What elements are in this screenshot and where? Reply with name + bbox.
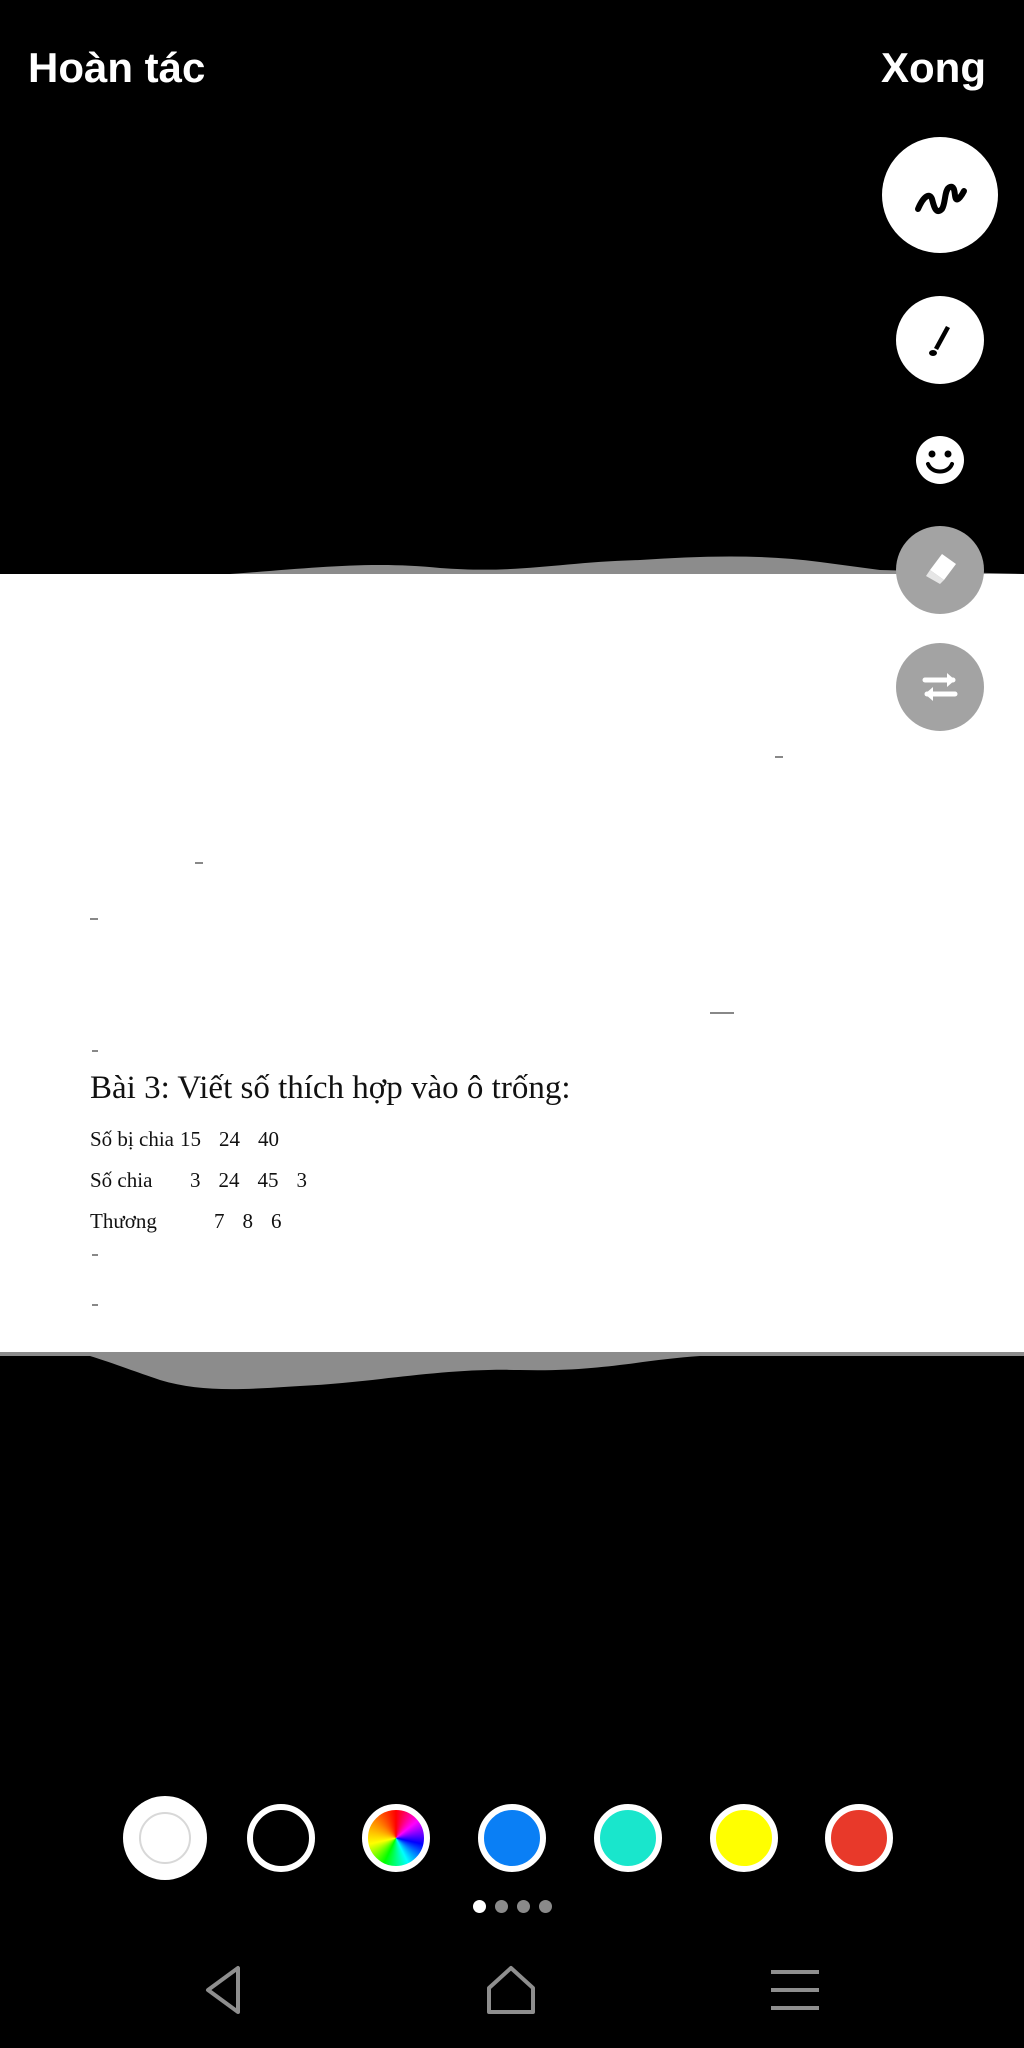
row-label: Thương	[90, 1209, 157, 1233]
color-swatch-yellow[interactable]	[710, 1804, 778, 1872]
document-content: Bài 3: Viết số thích hợp vào ô trống: Số…	[90, 1070, 570, 1242]
table-cell: 45	[257, 1168, 279, 1192]
color-swatch-white-selected[interactable]	[123, 1796, 207, 1880]
page-dot-active	[473, 1900, 486, 1913]
back-triangle-icon	[206, 1966, 240, 2014]
table-row: Số bị chia 15 24 40	[90, 1119, 570, 1160]
row-label: Số bị chia	[90, 1127, 174, 1151]
page-dot	[517, 1900, 530, 1913]
home-button[interactable]	[471, 1955, 551, 2025]
selected-ring	[139, 1812, 191, 1864]
pen-icon	[929, 326, 950, 356]
table-row: Thương 7 8 6	[90, 1201, 570, 1242]
back-button[interactable]	[185, 1955, 265, 2025]
table-cell: 24	[219, 1127, 240, 1151]
menu-button[interactable]	[755, 1955, 835, 2025]
page-dot	[539, 1900, 552, 1913]
table-cell: 15	[180, 1127, 201, 1151]
row-label: Số chia	[90, 1168, 153, 1192]
page-dot	[495, 1900, 508, 1913]
table-row: Số chia 3 24 45 3	[90, 1160, 570, 1201]
table-cell: 6	[271, 1209, 282, 1233]
table-cell: 40	[258, 1127, 279, 1151]
done-button[interactable]: Xong	[881, 44, 986, 92]
swap-icon	[922, 673, 958, 701]
scribble-icon	[915, 183, 967, 214]
swap-tool-button[interactable]	[896, 643, 984, 731]
table-cell: 3	[190, 1168, 201, 1192]
pen-tool-button[interactable]	[896, 296, 984, 384]
emoji-icon	[916, 436, 964, 484]
eraser-icon	[926, 554, 956, 584]
scribble-tool-button[interactable]	[882, 137, 998, 253]
color-swatch-blue[interactable]	[478, 1804, 546, 1872]
table-cell: 24	[218, 1168, 240, 1192]
color-swatch-teal[interactable]	[594, 1804, 662, 1872]
eraser-tool-button[interactable]	[896, 526, 984, 614]
table-cell: 3	[296, 1168, 308, 1192]
table-cell: 7	[214, 1209, 225, 1233]
color-swatch-rainbow[interactable]	[362, 1804, 430, 1872]
color-swatch-red[interactable]	[825, 1804, 893, 1872]
undo-button[interactable]: Hoàn tác	[28, 44, 205, 92]
color-swatch-black[interactable]	[247, 1804, 315, 1872]
photo-torn-edge-bottom	[0, 1352, 1024, 1390]
exercise-title: Bài 3: Viết số thích hợp vào ô trống:	[90, 1070, 571, 1106]
home-icon	[487, 1966, 535, 2014]
emoji-tool-button[interactable]	[910, 430, 970, 490]
drawing-editor-screen: Hoàn tác Xong Bài 3: Viết số thích hợp v…	[0, 0, 1024, 2048]
menu-icon	[771, 1970, 819, 2010]
table-cell: 8	[242, 1209, 254, 1233]
